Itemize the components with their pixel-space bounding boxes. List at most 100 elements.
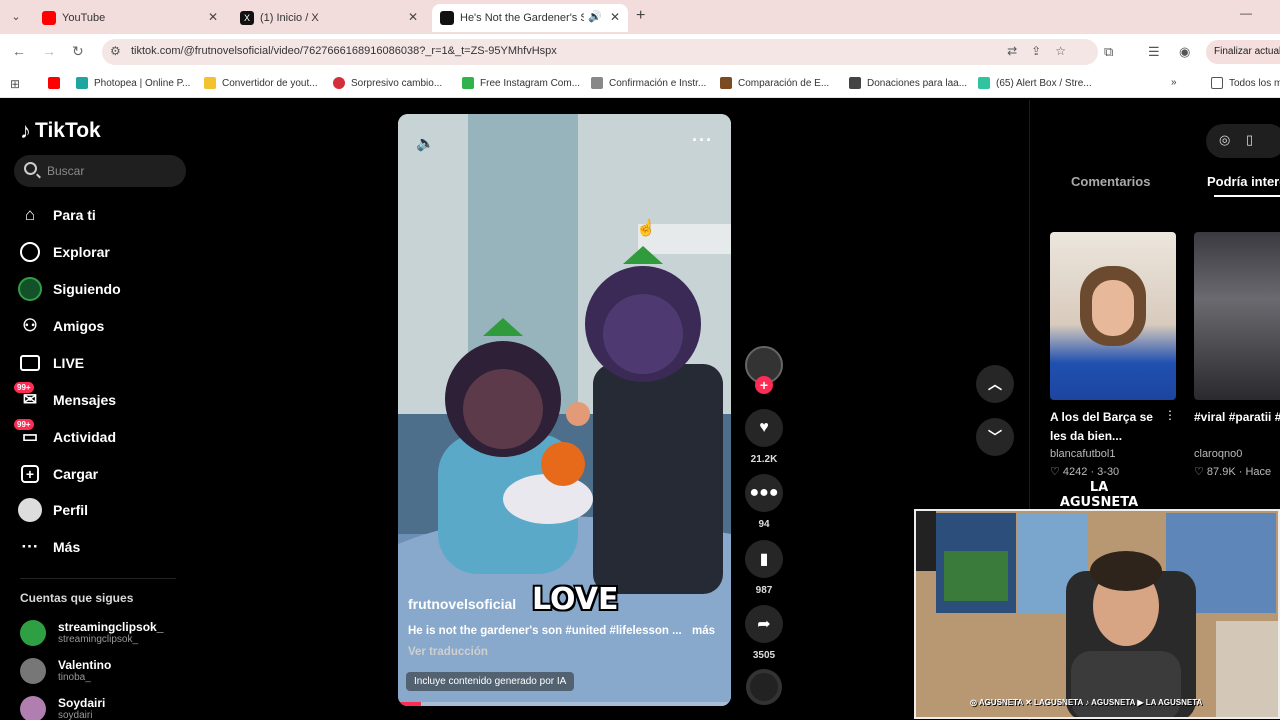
avatar xyxy=(20,658,46,684)
profile-icon[interactable]: ◉ xyxy=(1179,44,1190,60)
tiktok-icon xyxy=(440,11,454,25)
more-options-icon[interactable]: ··· xyxy=(692,130,713,151)
bookmark-item[interactable]: (65) Alert Box / Stre... xyxy=(978,77,1092,89)
bookmark-label: Photopea | Online P... xyxy=(94,77,191,89)
folder-icon xyxy=(1211,77,1223,89)
address-toolbar: ← → ↻ ⚙ tiktok.com/@frutnovelsoficial/vi… xyxy=(0,34,1280,70)
bookmark-item[interactable]: Donaciones para laa... xyxy=(849,77,967,89)
audio-icon[interactable]: 🔊 xyxy=(588,10,602,23)
music-disc-icon[interactable] xyxy=(746,669,782,705)
nav-explorar[interactable]: Explorar xyxy=(18,239,110,265)
new-tab-button[interactable]: + xyxy=(636,7,645,25)
close-icon[interactable]: ✕ xyxy=(208,10,218,24)
url-bar[interactable]: ⚙ tiktok.com/@frutnovelsoficial/video/76… xyxy=(102,39,1098,65)
url-text[interactable]: tiktok.com/@frutnovelsoficial/video/7627… xyxy=(131,45,557,57)
video-overlay-text: LOVE xyxy=(532,582,619,617)
account-handle: tinoba_ xyxy=(58,672,91,683)
finalizar-button[interactable]: Finalizar actual xyxy=(1206,40,1280,64)
suggested-video-title[interactable]: A los del Barça se les da bien... xyxy=(1050,408,1172,446)
nav-mas[interactable]: ··· Más xyxy=(18,534,81,560)
save-button[interactable]: ▮ xyxy=(745,540,783,578)
bookmark-label: Convertidor de yout... xyxy=(222,77,318,89)
comment-icon: ●●● xyxy=(749,484,779,501)
extensions-icon[interactable]: ⧉ xyxy=(1104,44,1113,60)
site-info-icon[interactable]: ⚙ xyxy=(110,44,121,58)
install-icon[interactable]: ⇪ xyxy=(1031,44,1055,58)
nav-label: Actividad xyxy=(53,429,117,445)
suggested-video-user[interactable]: blancafutbol1 xyxy=(1050,448,1115,460)
minimize-button[interactable]: — xyxy=(1240,6,1252,20)
tab-search-icon[interactable]: ⌄ xyxy=(6,8,26,26)
bookmark-icon xyxy=(462,77,474,89)
bookmark-item[interactable]: Free Instagram Com... xyxy=(462,77,580,89)
more-icon: ··· xyxy=(21,537,39,556)
chevron-down-icon: ﹀ xyxy=(988,429,1002,445)
apps-grid-icon[interactable]: ⊞ xyxy=(10,77,20,91)
followed-account[interactable]: Valentino tinoba_ xyxy=(20,655,111,687)
bookmark-item[interactable]: Comparación de E... xyxy=(720,77,829,89)
followed-account[interactable]: streamingclipsok_ streamingclipsok_ xyxy=(20,617,163,649)
video-player[interactable]: 🔈 ··· LOVE frutnovelsoficial He is not t… xyxy=(398,114,731,706)
suggested-video-title[interactable]: #viral #paratii #fyp... xyxy=(1194,408,1280,427)
suggested-video-user[interactable]: claroqno0 xyxy=(1194,448,1242,460)
nav-siguiendo[interactable]: Siguiendo xyxy=(18,276,121,302)
bookmark-item[interactable]: Photopea | Online P... xyxy=(76,77,190,89)
upload-icon: + xyxy=(18,462,42,486)
bookmark-label: Confirmación e Instr... xyxy=(609,77,707,89)
caption-more-link[interactable]: más xyxy=(692,625,715,637)
tab-x[interactable]: X (1) Inicio / X ✕ xyxy=(232,4,426,32)
close-icon[interactable]: ✕ xyxy=(610,10,620,24)
tiktok-page: ♪ TikTok ⌂ Para ti Explorar Siguiendo ⚇ … xyxy=(0,100,1280,720)
see-translation-link[interactable]: Ver traducción xyxy=(408,646,488,658)
share-arrow-icon: ➦ xyxy=(757,616,771,633)
follow-plus-icon[interactable]: + xyxy=(755,376,773,394)
tab-youtube[interactable]: YouTube ✕ xyxy=(34,4,226,32)
reload-button[interactable]: ↻ xyxy=(72,43,84,60)
search-input[interactable] xyxy=(47,161,177,181)
translate-icon[interactable]: ⇄ xyxy=(1007,44,1031,58)
followed-account[interactable]: Soydairi soydairi xyxy=(20,693,105,720)
bookmark-item[interactable]: Confirmación e Instr... xyxy=(591,77,706,89)
nav-perfil[interactable]: Perfil xyxy=(18,497,88,523)
nav-amigos[interactable]: ⚇ Amigos xyxy=(18,313,104,339)
video-author[interactable]: frutnovelsoficial xyxy=(408,596,516,612)
comment-button[interactable]: ●●● xyxy=(745,474,783,512)
bookmark-star-icon[interactable]: ☆ xyxy=(1055,44,1080,58)
account-name: Valentino xyxy=(58,658,112,672)
card-menu-icon[interactable]: ⋮ xyxy=(1164,408,1176,422)
tiktok-logo[interactable]: ♪ TikTok xyxy=(20,118,101,144)
video-progress-bar[interactable] xyxy=(398,702,731,706)
previous-video-button[interactable]: ︿ xyxy=(976,365,1014,403)
bookmarks-overflow-icon[interactable]: » xyxy=(1171,77,1177,88)
bookmark-youtube[interactable] xyxy=(48,77,66,89)
nav-actividad[interactable]: ▭ 99+ Actividad xyxy=(14,419,117,450)
close-icon[interactable]: ✕ xyxy=(408,10,418,24)
share-button[interactable]: ➦ xyxy=(745,605,783,643)
mute-icon[interactable]: 🔈 xyxy=(416,134,435,152)
like-button[interactable]: ♥ xyxy=(745,409,783,447)
bookmark-icon xyxy=(76,77,88,89)
phone-icon[interactable]: ▯ xyxy=(1246,132,1253,148)
nav-mensajes[interactable]: ✉ 99+ Mensajes xyxy=(14,382,116,413)
save-count: 987 xyxy=(755,585,773,596)
compass-icon[interactable]: ◎ xyxy=(1219,132,1230,148)
forward-button[interactable]: → xyxy=(42,43,56,59)
panel-tools: ◎ ▯ xyxy=(1206,124,1280,158)
tab-tiktok[interactable]: He's Not the Gardener's Sc 🔊 ✕ xyxy=(432,4,628,32)
search-box[interactable] xyxy=(14,155,186,187)
back-button[interactable]: ← xyxy=(12,43,26,59)
next-video-button[interactable]: ﹀ xyxy=(976,418,1014,456)
suggested-video-thumbnail[interactable] xyxy=(1194,232,1280,400)
nav-cargar[interactable]: + Cargar xyxy=(18,461,98,487)
tab-suggestions[interactable]: Podría intere xyxy=(1207,174,1280,189)
bookmark-item[interactable]: Sorpresivo cambio... xyxy=(333,77,442,89)
nav-live[interactable]: LIVE xyxy=(18,350,84,376)
bookmark-item[interactable]: Convertidor de yout... xyxy=(204,77,318,89)
bookmark-label: Sorpresivo cambio... xyxy=(351,77,443,89)
following-avatar-icon xyxy=(18,277,42,301)
media-icon[interactable]: ☰ xyxy=(1148,44,1160,60)
suggested-video-thumbnail[interactable] xyxy=(1050,232,1176,400)
tab-comments[interactable]: Comentarios xyxy=(1071,174,1150,189)
all-bookmarks[interactable]: Todos los m xyxy=(1211,77,1280,89)
nav-para-ti[interactable]: ⌂ Para ti xyxy=(18,202,96,228)
